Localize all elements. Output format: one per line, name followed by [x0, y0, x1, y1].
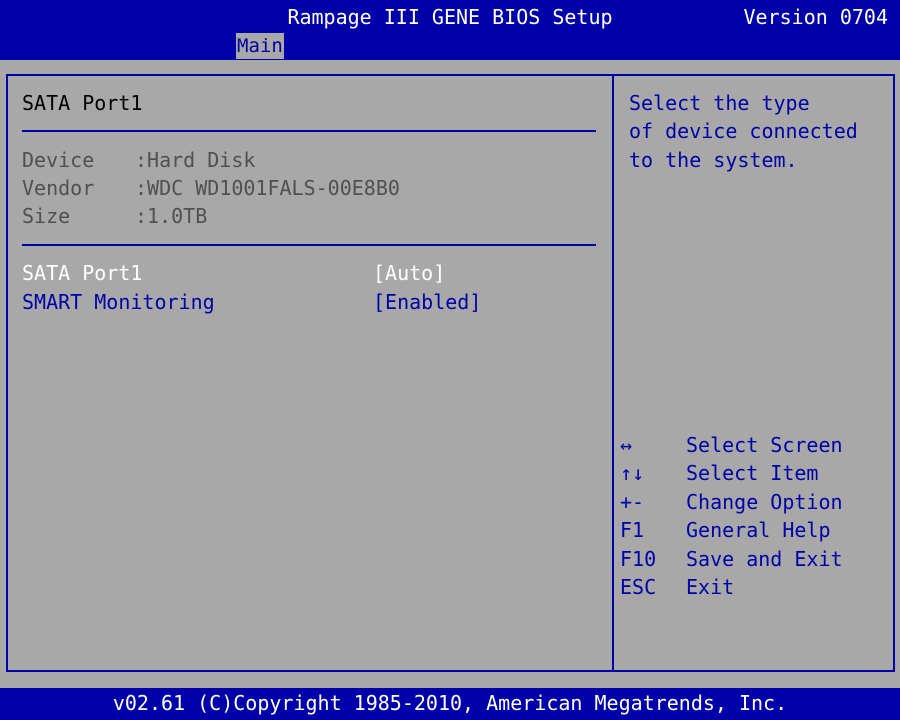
- key-desc-select-item: Select Item: [686, 461, 819, 485]
- plus-minus-icon: +-: [620, 490, 645, 514]
- key-f10: F10: [620, 547, 657, 571]
- section-title: SATA Port1: [22, 91, 143, 115]
- option-smart-monitoring-label[interactable]: SMART Monitoring: [22, 288, 215, 316]
- tab-bar: Main: [0, 32, 900, 60]
- footer-copyright: v02.61 (C)Copyright 1985-2010, American …: [0, 688, 900, 720]
- info-value-device: :Hard Disk: [135, 148, 256, 172]
- info-label-vendor: Vendor: [22, 176, 95, 200]
- tab-main[interactable]: Main: [236, 33, 284, 59]
- key-esc: ESC: [620, 575, 657, 599]
- main-panel: [6, 74, 612, 672]
- help-line-1: Select the type: [629, 91, 810, 115]
- info-value-vendor: :WDC WD1001FALS-00E8B0: [135, 176, 400, 200]
- option-sata-port1-value[interactable]: [Auto]: [373, 259, 445, 287]
- option-smart-monitoring-value[interactable]: [Enabled]: [373, 288, 481, 316]
- bios-version: Version 0704: [743, 5, 889, 29]
- section-divider-bottom: [22, 244, 596, 246]
- title-bar: Rampage III GENE BIOS Setup Version 0704: [0, 0, 900, 32]
- option-sata-port1-label[interactable]: SATA Port1: [22, 259, 142, 287]
- key-desc-select-screen: Select Screen: [686, 433, 843, 457]
- key-desc-exit: Exit: [686, 575, 735, 599]
- up-down-arrows-icon: ↑↓: [620, 461, 645, 485]
- help-line-2: of device connected: [629, 119, 858, 143]
- left-right-arrows-icon: ↔: [620, 433, 633, 457]
- info-label-device: Device: [22, 148, 95, 172]
- key-desc-change-option: Change Option: [686, 490, 843, 514]
- key-f1: F1: [620, 518, 645, 542]
- section-divider-top: [22, 130, 596, 132]
- info-label-size: Size: [22, 204, 71, 228]
- info-value-size: :1.0TB: [135, 204, 208, 228]
- key-desc-general-help: General Help: [686, 518, 831, 542]
- key-desc-save-and-exit: Save and Exit: [686, 547, 843, 571]
- help-line-3: to the system.: [629, 148, 798, 172]
